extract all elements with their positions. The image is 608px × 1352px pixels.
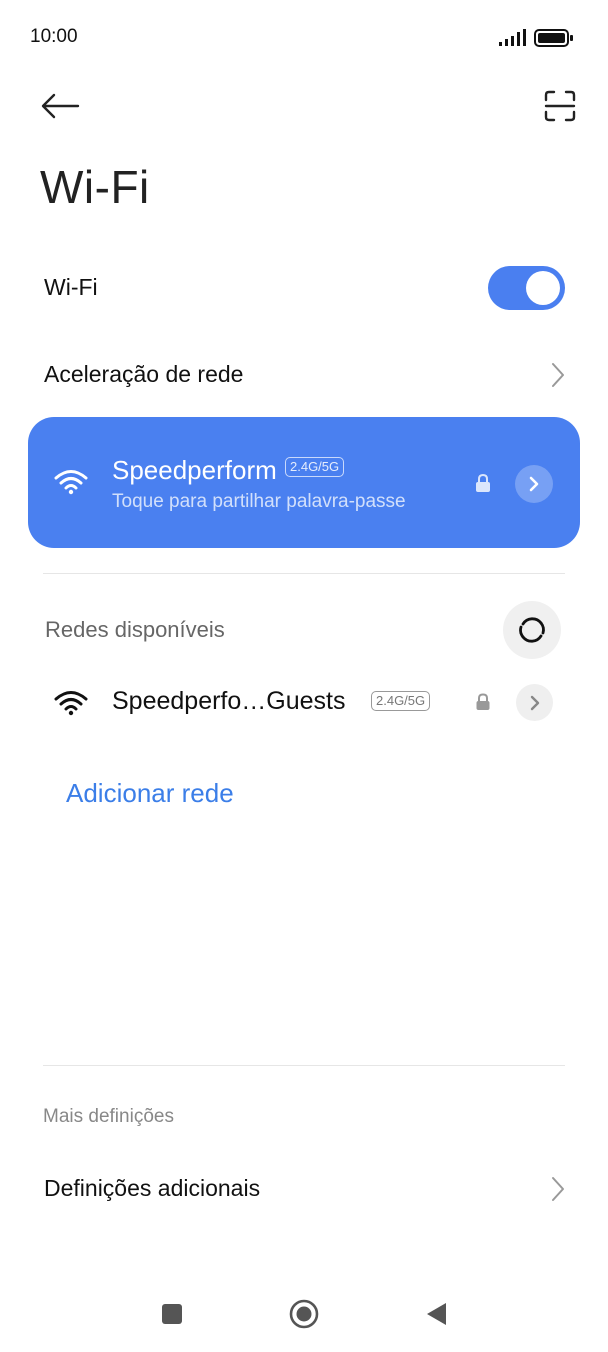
signal-icon: [499, 29, 526, 46]
wifi-icon: [54, 691, 88, 716]
available-networks-label: Redes disponíveis: [45, 617, 225, 642]
connected-network-details-button[interactable]: [515, 465, 553, 503]
connected-network-band-badge: 2.4G/5G: [285, 457, 345, 477]
refresh-button[interactable]: [503, 601, 561, 659]
chevron-right-icon: [529, 476, 539, 492]
lock-icon: [476, 693, 490, 710]
home-button[interactable]: [280, 1290, 328, 1338]
network-list-item[interactable]: Speedperfo…Guests 2.4G/5G: [0, 672, 608, 732]
page-title: Wi-Fi: [40, 161, 150, 213]
network-name: Speedperfo…Guests: [112, 687, 346, 715]
divider: [43, 1065, 565, 1066]
refresh-icon: [519, 617, 545, 643]
lock-icon: [476, 473, 490, 492]
network-acceleration-row[interactable]: Aceleração de rede: [0, 346, 608, 404]
triangle-back-icon: [427, 1303, 446, 1325]
status-icons: [498, 28, 574, 48]
divider: [43, 573, 565, 574]
status-bar: 10:00: [0, 0, 608, 76]
top-bar: [0, 76, 608, 136]
back-button[interactable]: [36, 82, 84, 130]
battery-icon: [534, 29, 573, 47]
add-network-link[interactable]: Adicionar rede: [66, 778, 234, 809]
chevron-right-icon: [548, 1175, 568, 1203]
status-time: 10:00: [30, 26, 78, 47]
chevron-right-icon: [530, 695, 539, 710]
additional-settings-label: Definições adicionais: [44, 1175, 261, 1201]
back-arrow-icon: [41, 93, 80, 119]
network-band-badge: 2.4G/5G: [371, 691, 431, 711]
back-nav-button[interactable]: [412, 1290, 460, 1338]
circle-icon: [289, 1299, 319, 1329]
additional-settings-row[interactable]: Definições adicionais: [0, 1160, 608, 1218]
scan-icon: [544, 90, 576, 122]
wifi-toggle-switch[interactable]: [488, 266, 565, 310]
scan-qr-button[interactable]: [536, 82, 584, 130]
connected-network-card[interactable]: Speedperform 2.4G/5G Toque para partilha…: [28, 417, 580, 548]
connected-network-name: Speedperform: [112, 455, 277, 485]
toggle-knob: [526, 271, 560, 305]
network-details-button[interactable]: [516, 684, 553, 721]
square-icon: [162, 1304, 182, 1324]
chevron-right-icon: [548, 361, 568, 389]
wifi-toggle-label: Wi-Fi: [44, 274, 98, 300]
navigation-bar: [0, 1276, 608, 1352]
recents-button[interactable]: [148, 1290, 196, 1338]
more-settings-label: Mais definições: [43, 1106, 174, 1127]
connected-network-subtitle: Toque para partilhar palavra-passe: [112, 491, 406, 512]
network-acceleration-label: Aceleração de rede: [44, 361, 244, 387]
wifi-icon: [54, 470, 88, 495]
